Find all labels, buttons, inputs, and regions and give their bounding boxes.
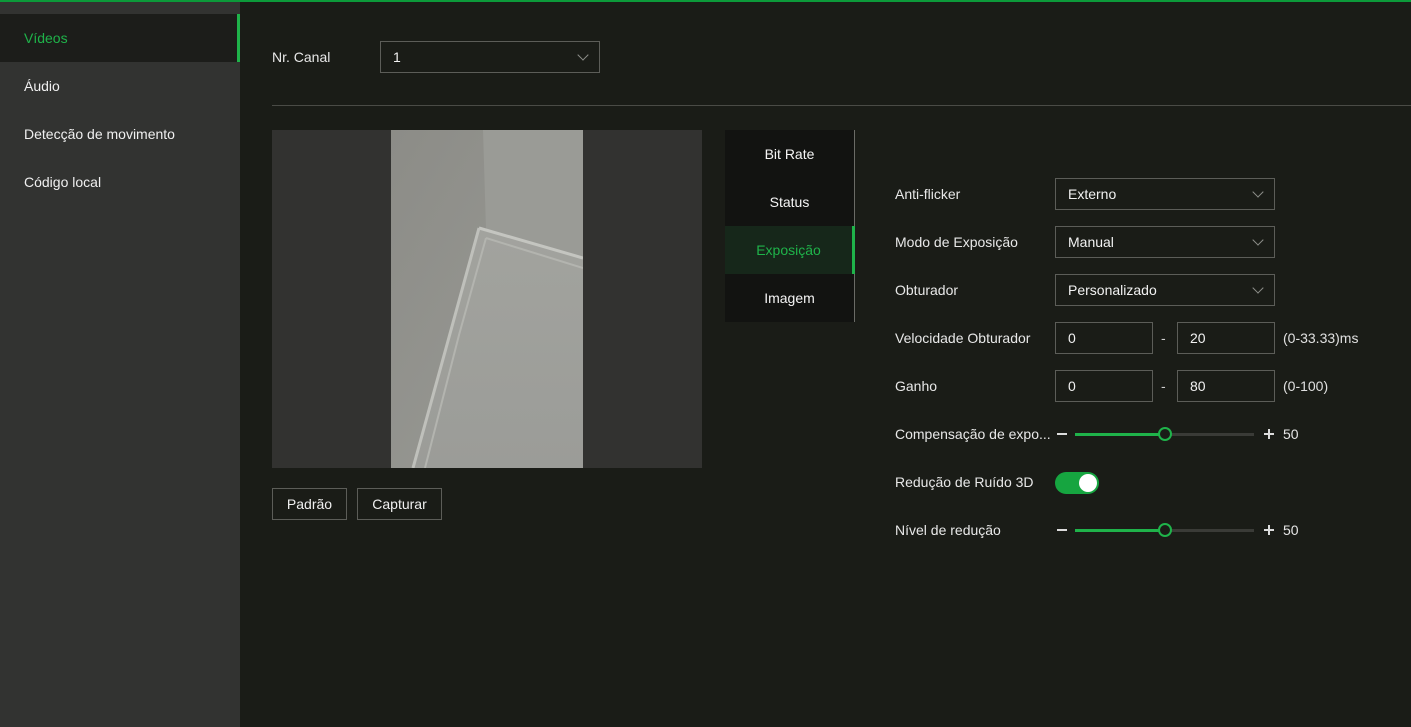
sidebar-item-audio[interactable]: Áudio	[0, 62, 240, 110]
gain-min-input[interactable]: 0	[1055, 370, 1153, 402]
channel-select[interactable]: 1	[380, 41, 600, 73]
shutter-speed-range-hint: (0-33.33)ms	[1283, 330, 1359, 346]
compensation-slider[interactable]: 50	[1055, 418, 1305, 450]
range-dash: -	[1161, 378, 1166, 394]
chevron-down-icon	[1252, 234, 1264, 246]
exposure-mode-select[interactable]: Manual	[1055, 226, 1275, 258]
compensation-value: 50	[1283, 426, 1299, 442]
channel-row: Nr. Canal 1	[272, 41, 600, 73]
slider-thumb[interactable]	[1157, 427, 1172, 441]
shutter-label: Obturador	[895, 282, 959, 298]
slider-fill	[1075, 433, 1165, 436]
sidebar-item-motion-detection[interactable]: Detecção de movimento	[0, 110, 240, 158]
tab-image[interactable]: Imagem	[725, 274, 854, 322]
shutter-speed-min-value: 0	[1068, 330, 1076, 346]
plus-icon-stem	[1268, 429, 1270, 439]
plus-icon-stem	[1268, 525, 1270, 535]
minus-icon[interactable]	[1057, 529, 1067, 531]
compensation-label: Compensação de expo...	[895, 426, 1051, 442]
shutter-speed-min-input[interactable]: 0	[1055, 322, 1153, 354]
shutter-speed-max-value: 20	[1190, 330, 1206, 346]
exposure-mode-label: Modo de Exposição	[895, 234, 1018, 250]
sidebar-item-local-code[interactable]: Código local	[0, 158, 240, 206]
channel-value: 1	[393, 49, 401, 65]
main-content: Nr. Canal 1 Padrão Capturar Bit Rate Sta…	[240, 2, 1411, 727]
channel-label: Nr. Canal	[272, 49, 331, 65]
anti-flicker-label: Anti-flicker	[895, 186, 961, 202]
default-button[interactable]: Padrão	[272, 488, 347, 520]
anti-flicker-select[interactable]: Externo	[1055, 178, 1275, 210]
tab-bit-rate[interactable]: Bit Rate	[725, 130, 854, 178]
gain-max-input[interactable]: 80	[1177, 370, 1275, 402]
range-dash: -	[1161, 330, 1166, 346]
reduction-level-label: Nível de redução	[895, 522, 1001, 538]
sidebar: Vídeos Áudio Detecção de movimento Códig…	[0, 2, 240, 727]
gain-range-hint: (0-100)	[1283, 378, 1329, 394]
shutter-select[interactable]: Personalizado	[1055, 274, 1275, 306]
camera-frame	[391, 130, 583, 468]
video-preview	[272, 130, 702, 468]
reduction-level-value: 50	[1283, 522, 1299, 538]
slider-thumb[interactable]	[1157, 523, 1172, 537]
anti-flicker-value: Externo	[1068, 186, 1117, 202]
tab-exposure[interactable]: Exposição	[725, 226, 855, 274]
tab-status[interactable]: Status	[725, 178, 854, 226]
noise-reduction-label: Redução de Ruído 3D	[895, 474, 1034, 490]
settings-tabs: Bit Rate Status Exposição Imagem	[725, 130, 855, 322]
gain-max-value: 80	[1190, 378, 1206, 394]
shutter-speed-max-input[interactable]: 20	[1177, 322, 1275, 354]
gain-label: Ganho	[895, 378, 938, 394]
camera-image	[391, 130, 583, 468]
sidebar-item-videos[interactable]: Vídeos	[0, 14, 240, 62]
shutter-speed-label: Velocidade Obturador	[895, 330, 1031, 346]
shutter-value: Personalizado	[1068, 282, 1157, 298]
gain-min-value: 0	[1068, 378, 1076, 394]
slider-fill	[1075, 529, 1165, 532]
chevron-down-icon	[1252, 282, 1264, 294]
minus-icon[interactable]	[1057, 433, 1067, 435]
toggle-knob	[1079, 474, 1097, 492]
chevron-down-icon	[1252, 186, 1264, 198]
divider	[272, 105, 1411, 106]
chevron-down-icon	[577, 49, 589, 61]
capture-button[interactable]: Capturar	[357, 488, 442, 520]
reduction-level-slider[interactable]: 50	[1055, 514, 1305, 546]
noise-reduction-toggle[interactable]	[1055, 472, 1099, 494]
exposure-mode-value: Manual	[1068, 234, 1114, 250]
